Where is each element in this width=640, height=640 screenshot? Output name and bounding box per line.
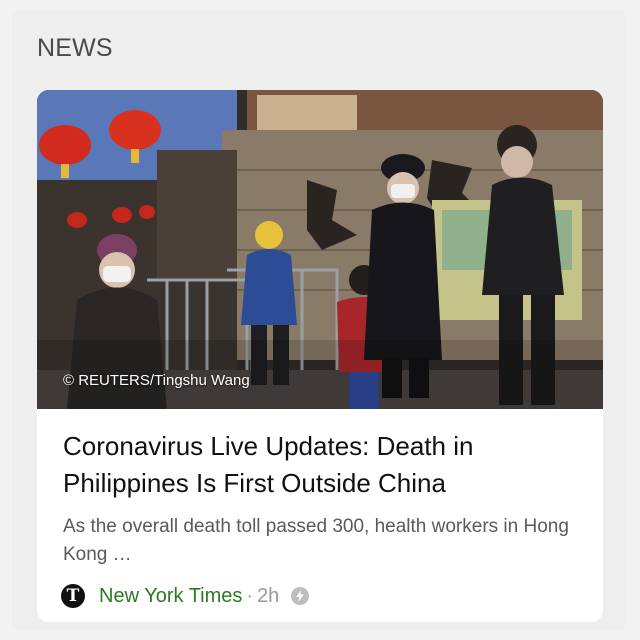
article-summary: As the overall death toll passed 300, he… (63, 516, 569, 565)
nyt-logo-icon: T (61, 584, 85, 608)
source-name[interactable]: New York Times (99, 585, 242, 608)
section-title: NEWS (37, 34, 113, 62)
article-headline[interactable]: Coronavirus Live Updates: Death in Phili… (63, 428, 583, 502)
meta-separator: · (246, 584, 254, 607)
image-credit: © REUTERS/Tingshu Wang (63, 372, 250, 389)
article-meta: T New York Times · 2h (61, 582, 310, 610)
amp-lightning-icon (291, 587, 310, 605)
article-photo[interactable]: © REUTERS/Tingshu Wang (37, 90, 603, 409)
news-card[interactable]: © REUTERS/Tingshu Wang Coronavirus Live … (37, 90, 603, 622)
article-age: 2h (257, 584, 280, 607)
photo-illustration (37, 90, 603, 409)
